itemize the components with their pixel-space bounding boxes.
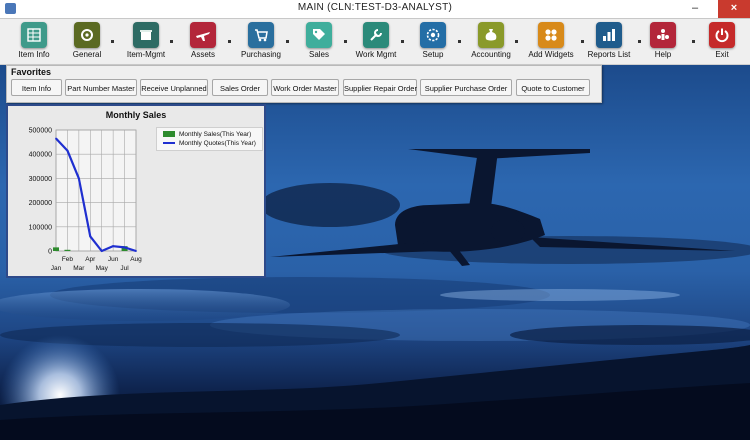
- plot-area: [55, 129, 137, 252]
- settings-icon: [420, 22, 446, 48]
- gear-cog-icon: [74, 22, 100, 48]
- quotes-point: [66, 149, 69, 152]
- legend-swatch-sales: [163, 131, 175, 137]
- quotes-point: [77, 177, 80, 180]
- toolbar-separator-dot: [344, 40, 347, 43]
- toolbar-work-mgmt[interactable]: Work Mgmt: [348, 21, 404, 63]
- cart-icon: [248, 22, 274, 48]
- toolbar-sales[interactable]: Sales: [291, 21, 347, 63]
- x-tick-label: Aug: [130, 256, 142, 263]
- table-icon: [21, 22, 47, 48]
- legend-label: Monthly Sales(This Year): [179, 131, 252, 138]
- x-tick-label: Jun: [108, 256, 119, 263]
- money-bag-icon: [478, 22, 504, 48]
- bar-report-icon: [596, 22, 622, 48]
- close-button[interactable]: ×: [718, 0, 750, 18]
- wrench-icon: [363, 22, 389, 48]
- toolbar-label: Item-Mgmt: [126, 50, 166, 59]
- quotes-point: [89, 235, 92, 238]
- chart-legend: Monthly Sales(This Year) Monthly Quotes(…: [156, 127, 263, 151]
- toolbar-separator-dot: [111, 40, 114, 43]
- favorites-panel: Favorites Item Info Part Number Master R…: [6, 65, 602, 103]
- quotes-point: [55, 137, 57, 140]
- y-tick-label: 400000: [29, 152, 52, 159]
- toolbar-item-info[interactable]: Item Info: [6, 21, 62, 63]
- legend-swatch-quotes: [163, 142, 175, 144]
- quotes-point: [112, 245, 115, 248]
- minimize-button[interactable]: –: [684, 0, 706, 18]
- main-window: MAIN (CLN:TEST-D3-ANALYST) – × Item Info…: [0, 0, 750, 440]
- sales-bar: [53, 247, 59, 251]
- y-tick-label: 300000: [29, 176, 52, 183]
- toolbar-separator-dot: [286, 40, 289, 43]
- sales-bar: [64, 249, 71, 251]
- toolbar-general[interactable]: General: [59, 21, 115, 63]
- quotes-point: [100, 250, 103, 252]
- toolbar-label: Help: [654, 50, 672, 59]
- x-tick-label: Apr: [85, 256, 96, 263]
- power-icon: [709, 22, 735, 48]
- favorite-sales-order-button[interactable]: Sales Order: [212, 79, 268, 96]
- x-tick-label: Jan: [51, 265, 62, 272]
- toolbar-separator-dot: [401, 40, 404, 43]
- favorite-item-info-button[interactable]: Item Info: [11, 79, 62, 96]
- toolbar-separator-dot: [515, 40, 518, 43]
- x-tick-label: Feb: [62, 256, 74, 263]
- toolbar-assets[interactable]: Assets: [175, 21, 231, 63]
- toolbar-label: Item Info: [18, 50, 50, 59]
- toolbar-label: Purchasing: [240, 50, 282, 59]
- favorite-receive-unplanned-button[interactable]: Receive Unplanned: [140, 79, 208, 96]
- favorite-part-number-master-button[interactable]: Part Number Master: [65, 79, 137, 96]
- toolbar-purchasing[interactable]: Purchasing: [233, 21, 289, 63]
- title-bar: MAIN (CLN:TEST-D3-ANALYST) – ×: [0, 0, 750, 19]
- toolbar-separator-dot: [228, 40, 231, 43]
- toolbar-label: Exit: [715, 50, 729, 59]
- legend-label: Monthly Quotes(This Year): [179, 140, 256, 147]
- toolbar-label: Sales: [308, 50, 329, 59]
- toolbar-item-mgmt[interactable]: Item-Mgmt: [118, 21, 174, 63]
- quotes-point: [135, 250, 137, 252]
- toolbar-accounting[interactable]: Accounting: [463, 21, 519, 63]
- toolbar-exit[interactable]: Exit: [694, 21, 750, 63]
- toolbar-add-widgets[interactable]: Add Widgets: [523, 21, 579, 63]
- window-title: MAIN (CLN:TEST-D3-ANALYST): [297, 2, 453, 13]
- toolbar-label: Add Widgets: [528, 50, 574, 59]
- tag-icon: [306, 22, 332, 48]
- monthly-sales-widget[interactable]: Monthly Sales 0 100000 200000 300000 400000 5…: [6, 104, 266, 278]
- toolbar-reports-list[interactable]: Reports List: [581, 21, 637, 63]
- toolbar-setup[interactable]: Setup: [405, 21, 461, 63]
- toolbar-label: Accounting: [471, 50, 511, 59]
- x-tick-label: May: [96, 265, 109, 272]
- favorites-title: Favorites: [11, 67, 52, 77]
- people-icon: [650, 22, 676, 48]
- airplane-icon: [190, 22, 216, 48]
- box-icon: [133, 22, 159, 48]
- y-tick-label: 200000: [29, 200, 52, 207]
- toolbar-label: Assets: [190, 50, 215, 59]
- favorite-supplier-repair-order-button[interactable]: Supplier Repair Order: [343, 79, 417, 96]
- y-tick-label: 0: [48, 249, 52, 256]
- x-tick-label: Mar: [73, 265, 85, 272]
- quotes-point: [123, 246, 126, 249]
- main-toolbar: Item Info General Item-Mgmt Assets Purch…: [0, 19, 750, 65]
- toolbar-label: General: [72, 50, 102, 59]
- favorite-supplier-purchase-order-button[interactable]: Supplier Purchase Order: [420, 79, 512, 96]
- toolbar-help[interactable]: Help: [635, 21, 691, 63]
- favorite-work-order-master-button[interactable]: Work Order Master: [271, 79, 339, 96]
- toolbar-label: Work Mgmt: [355, 50, 397, 59]
- toolbar-label: Setup: [422, 50, 444, 59]
- y-tick-label: 500000: [29, 128, 52, 135]
- favorite-quote-to-customer-button[interactable]: Quote to Customer: [516, 79, 590, 96]
- y-tick-label: 100000: [29, 224, 52, 231]
- toolbar-label: Reports List: [587, 50, 631, 59]
- toolbar-separator-dot: [170, 40, 173, 43]
- x-tick-label: Jul: [120, 265, 129, 272]
- toolbar-separator-dot: [458, 40, 461, 43]
- widgets-icon: [538, 22, 564, 48]
